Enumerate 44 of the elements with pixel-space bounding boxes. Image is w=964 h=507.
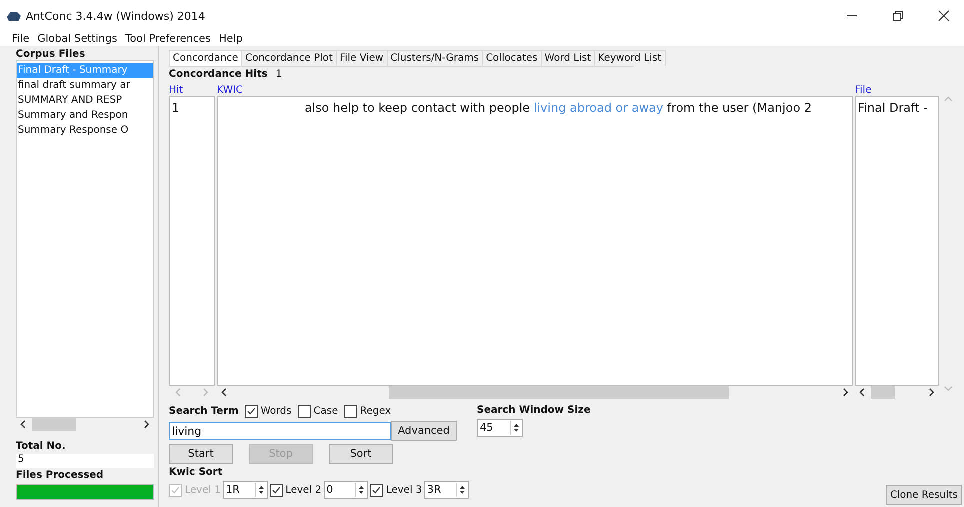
checkbox[interactable]: Regex: [344, 405, 392, 418]
table-cell-text: Final Draft -: [857, 100, 929, 117]
tab[interactable]: Clusters/N-Grams: [388, 50, 484, 66]
kwic-sort-label: Kwic Sort: [169, 467, 224, 478]
files-processed-label: Files Processed: [16, 470, 105, 481]
menu-item[interactable]: Tool Preferences: [125, 33, 211, 45]
action-button[interactable]: Start: [169, 444, 233, 464]
checkbox[interactable]: Level 3: [370, 484, 422, 496]
level-spinner[interactable]: 3R: [424, 481, 470, 499]
hits-label: Concordance Hits: [169, 69, 268, 80]
file-list-item[interactable]: Summary and Respon: [17, 108, 153, 123]
tab[interactable]: Concordance: [169, 50, 242, 66]
tab[interactable]: Word List: [542, 50, 596, 66]
clone-results-button[interactable]: Clone Results: [886, 485, 962, 505]
checkbox[interactable]: Words: [244, 405, 292, 418]
menu-item[interactable]: Global Settings: [38, 33, 118, 45]
table-cell: also help to keep contact with people living abroad or away from the user (Manjoo 2: [304, 101, 812, 115]
tab[interactable]: Keyword List: [595, 50, 666, 66]
tab[interactable]: File View: [336, 50, 388, 66]
column-header[interactable]: KWIC: [217, 85, 853, 96]
file-list-item[interactable]: final draft summary ar: [17, 78, 153, 93]
action-button[interactable]: Sort: [329, 444, 393, 464]
table-cell-text: 1: [171, 100, 181, 117]
menu-item[interactable]: File: [12, 33, 30, 45]
window-size-label: Search Window Size: [477, 405, 591, 416]
menu-item[interactable]: Help: [218, 33, 243, 45]
file-list-item[interactable]: Summary Response O: [17, 123, 153, 138]
window-size-spinner[interactable]: 45: [477, 419, 523, 437]
hits-count: 1: [276, 69, 282, 80]
file-list-item[interactable]: SUMMARY AND RESP: [17, 93, 153, 108]
checkbox[interactable]: Case: [298, 405, 338, 418]
total-label: Total No.: [16, 441, 67, 452]
tab[interactable]: Concordance Plot: [242, 50, 337, 66]
panel-heading: Corpus Files: [16, 49, 86, 60]
column-header[interactable]: Hit: [169, 85, 215, 96]
column-header[interactable]: File: [855, 85, 939, 96]
tab[interactable]: Collocates: [483, 50, 542, 66]
total-value: 5: [16, 454, 154, 468]
level-spinner[interactable]: 0: [324, 481, 368, 499]
search-field[interactable]: living: [169, 422, 391, 440]
advanced-button[interactable]: Advanced: [391, 421, 457, 441]
checkbox[interactable]: Level 2: [270, 484, 322, 496]
window-title: AntConc 3.4.4w (Windows) 2014: [26, 10, 206, 22]
search-term-label: Search Term: [169, 406, 239, 417]
